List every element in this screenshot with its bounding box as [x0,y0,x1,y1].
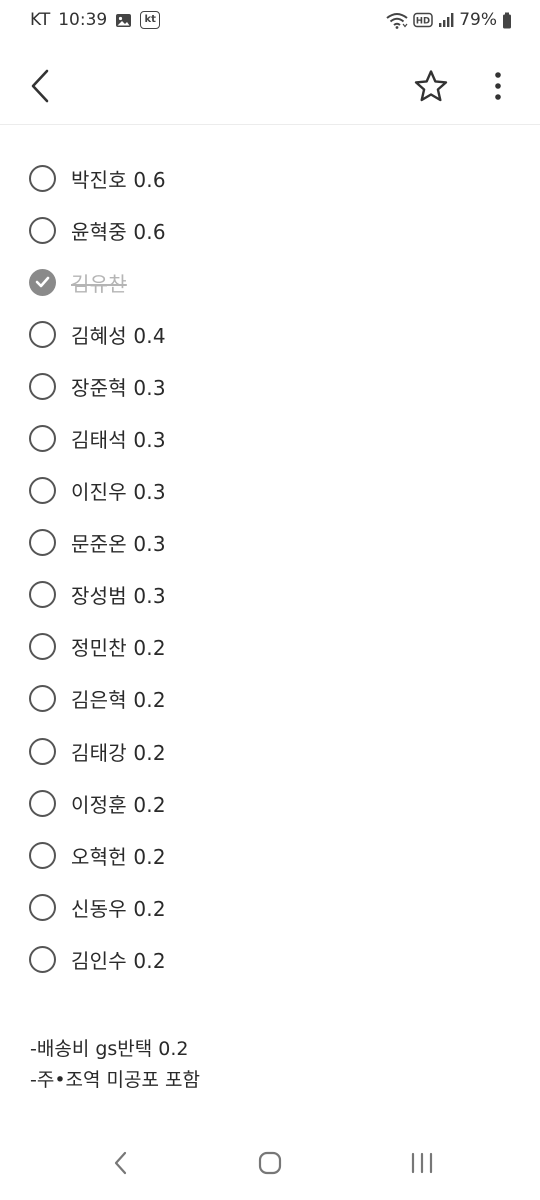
status-bar: KT 10:39 kt HD 79% [0,0,540,40]
checklist-item-text[interactable]: 정민찬 0.2 [71,632,166,661]
nav-back-button[interactable] [90,1145,150,1185]
hd-label: HD [416,17,430,27]
hd-voice-icon: HD [413,12,433,28]
checklist-item-text[interactable]: 박진호 0.6 [71,164,166,193]
note-line: -주•조역 미공포 포함 [30,1069,200,1091]
favorite-button[interactable] [409,66,453,110]
checkbox[interactable] [29,425,56,453]
checklist-item-text[interactable]: 김유찬 [71,268,127,297]
checklist: 박진호 0.6 윤혁중 0.6 김유찬김혜성 0.4 장준혁 0.3 김태석 0.3 이진… [0,152,540,986]
checkbox[interactable] [29,737,56,765]
checklist-item: 김인수 0.2 [0,933,540,985]
checkbox[interactable] [29,216,56,244]
checklist-item: 장성범 0.3 [0,569,540,621]
checklist-item: 김태석 0.3 [0,412,540,464]
image-icon [115,12,132,29]
checkbox[interactable] [29,164,56,192]
checklist-item: 정민찬 0.2 [0,621,540,673]
checklist-item-text[interactable]: 문준온 0.3 [71,528,166,557]
checkbox[interactable] [29,529,56,557]
checklist-item-text[interactable]: 김태강 0.2 [71,737,166,766]
carrier-label: KT [30,10,51,30]
more-vertical-icon [494,71,502,105]
checklist-item-text[interactable]: 장준혁 0.3 [71,372,166,401]
checklist-item: 문준온 0.3 [0,517,540,569]
checklist-item-text[interactable]: 김태석 0.3 [71,424,166,453]
home-nav-icon [258,1151,282,1179]
checkbox[interactable] [29,841,56,869]
checklist-item-text[interactable]: 신동우 0.2 [71,893,166,922]
battery-icon [502,12,512,29]
nav-home-button[interactable] [240,1145,300,1185]
note-text[interactable]: -배송비 gs반택 0.2 -주•조역 미공포 포함 [30,1034,200,1096]
checklist-item: 윤혁중 0.6 [0,204,540,256]
checkbox[interactable] [29,372,56,400]
star-outline-icon [413,69,449,107]
wifi-icon [386,12,408,29]
note-line: -배송비 gs반택 0.2 [30,1038,189,1060]
checklist-item: 박진호 0.6 [0,152,540,204]
back-button[interactable] [18,66,62,110]
kt-badge-icon: kt [140,11,161,29]
checkbox[interactable] [29,320,56,348]
checklist-item-text[interactable]: 이진우 0.3 [71,476,166,505]
note-toolbar [0,50,540,125]
checklist-item-text[interactable]: 김은혁 0.2 [71,684,166,713]
checkbox[interactable] [29,633,56,661]
checklist-item: 김유찬 [0,256,540,308]
checklist-item: 김은혁 0.2 [0,673,540,725]
checklist-item: 김혜성 0.4 [0,308,540,360]
clock: 10:39 [58,10,108,30]
checklist-item-text[interactable]: 윤혁중 0.6 [71,216,166,245]
checkbox[interactable] [29,477,56,505]
checkbox[interactable] [29,685,56,713]
chevron-left-icon [30,69,50,107]
checklist-item: 이정훈 0.2 [0,777,540,829]
checkbox[interactable] [29,945,56,973]
checkmark-icon [35,276,50,288]
checkbox[interactable] [29,893,56,921]
checklist-item: 오혁헌 0.2 [0,829,540,881]
checklist-item: 이진우 0.3 [0,465,540,517]
checklist-item: 신동우 0.2 [0,881,540,933]
back-nav-icon [113,1151,127,1179]
system-navigation-bar [0,1140,540,1190]
checklist-item-text[interactable]: 김인수 0.2 [71,945,166,974]
checkbox[interactable] [29,581,56,609]
recents-nav-icon [410,1152,434,1178]
battery-percent: 79% [459,10,497,30]
checkbox-checked[interactable] [29,268,56,296]
checkbox[interactable] [29,789,56,817]
signal-icon [438,12,454,28]
checklist-item: 장준혁 0.3 [0,360,540,412]
checklist-item-text[interactable]: 오혁헌 0.2 [71,841,166,870]
checklist-item-text[interactable]: 이정훈 0.2 [71,789,166,818]
checklist-item-text[interactable]: 장성범 0.3 [71,580,166,609]
checklist-item: 김태강 0.2 [0,725,540,777]
nav-recents-button[interactable] [392,1145,452,1185]
more-options-button[interactable] [476,66,520,110]
checklist-item-text[interactable]: 김혜성 0.4 [71,320,166,349]
